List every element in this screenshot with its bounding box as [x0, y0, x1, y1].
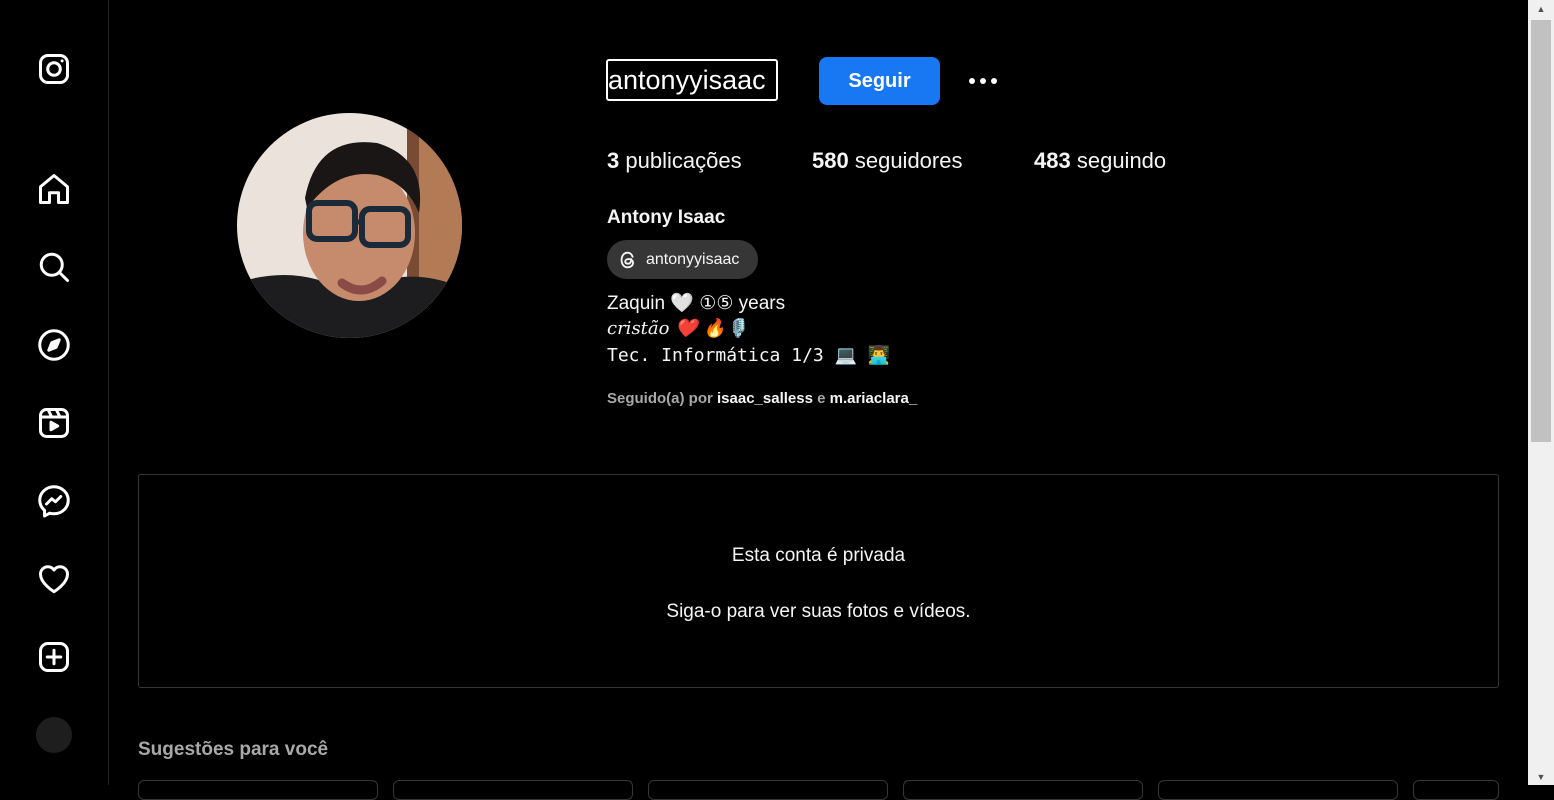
mutual-user-link[interactable]: isaac_salless	[717, 390, 813, 407]
bio-line-2: 𝑐𝑟𝑖𝑠𝑡𝑎̃𝑜 ❤️ 🔥🎙️	[607, 318, 749, 339]
messenger-icon[interactable]	[36, 483, 72, 519]
home-icon[interactable]	[36, 171, 72, 207]
heart-icon[interactable]	[36, 561, 72, 597]
reels-icon[interactable]	[36, 405, 72, 441]
bio-line-3: Tec. Informática 1/3 💻 👨‍💻	[607, 345, 891, 366]
mutual-user-link[interactable]: m.ariaclara_	[830, 390, 918, 407]
suggestion-card[interactable]	[648, 780, 888, 800]
username: antonyyisaac	[606, 59, 778, 101]
scrollbar[interactable]: ▲ ▼	[1528, 0, 1554, 785]
profile-picture[interactable]	[237, 113, 462, 338]
threads-badge[interactable]: antonyyisaac	[607, 240, 758, 279]
suggestion-card[interactable]	[1413, 780, 1499, 800]
scroll-down-icon[interactable]: ▼	[1528, 768, 1554, 785]
followed-by: Seguido(a) por isaac_salless e m.ariacla…	[607, 390, 918, 407]
threads-handle: antonyyisaac	[646, 250, 740, 268]
followers-stat[interactable]: 580 seguidores	[812, 148, 962, 174]
suggestion-card[interactable]	[393, 780, 633, 800]
following-stat[interactable]: 483 seguindo	[1034, 148, 1166, 174]
scroll-up-icon[interactable]: ▲	[1528, 0, 1554, 17]
suggestion-card[interactable]	[1158, 780, 1398, 800]
explore-icon[interactable]	[36, 327, 72, 363]
instagram-icon[interactable]	[36, 51, 72, 87]
bio-line-1: Zaquin 🤍 ①⑤ years	[607, 293, 786, 314]
profile-main: antonyyisaac Seguir 3 publicações 580 se…	[110, 0, 1528, 800]
threads-icon	[620, 251, 634, 268]
suggestions-title: Sugestões para você	[138, 739, 329, 760]
more-options-icon[interactable]	[965, 65, 1001, 97]
search-icon[interactable]	[36, 249, 72, 285]
private-title: Esta conta é privada	[731, 545, 906, 566]
create-icon[interactable]	[36, 639, 72, 675]
private-subtitle: Siga-o para ver suas fotos e vídeos.	[666, 601, 971, 622]
sidebar	[0, 0, 109, 785]
private-account-notice: Esta conta é privada Siga-o para ver sua…	[138, 474, 1499, 688]
suggestion-card[interactable]	[138, 780, 378, 800]
posts-stat: 3 publicações	[607, 148, 742, 173]
scroll-thumb[interactable]	[1531, 20, 1551, 442]
full-name: Antony Isaac	[607, 207, 726, 228]
avatar[interactable]	[36, 717, 72, 753]
suggestion-card[interactable]	[903, 780, 1143, 800]
follow-button[interactable]: Seguir	[819, 57, 940, 105]
